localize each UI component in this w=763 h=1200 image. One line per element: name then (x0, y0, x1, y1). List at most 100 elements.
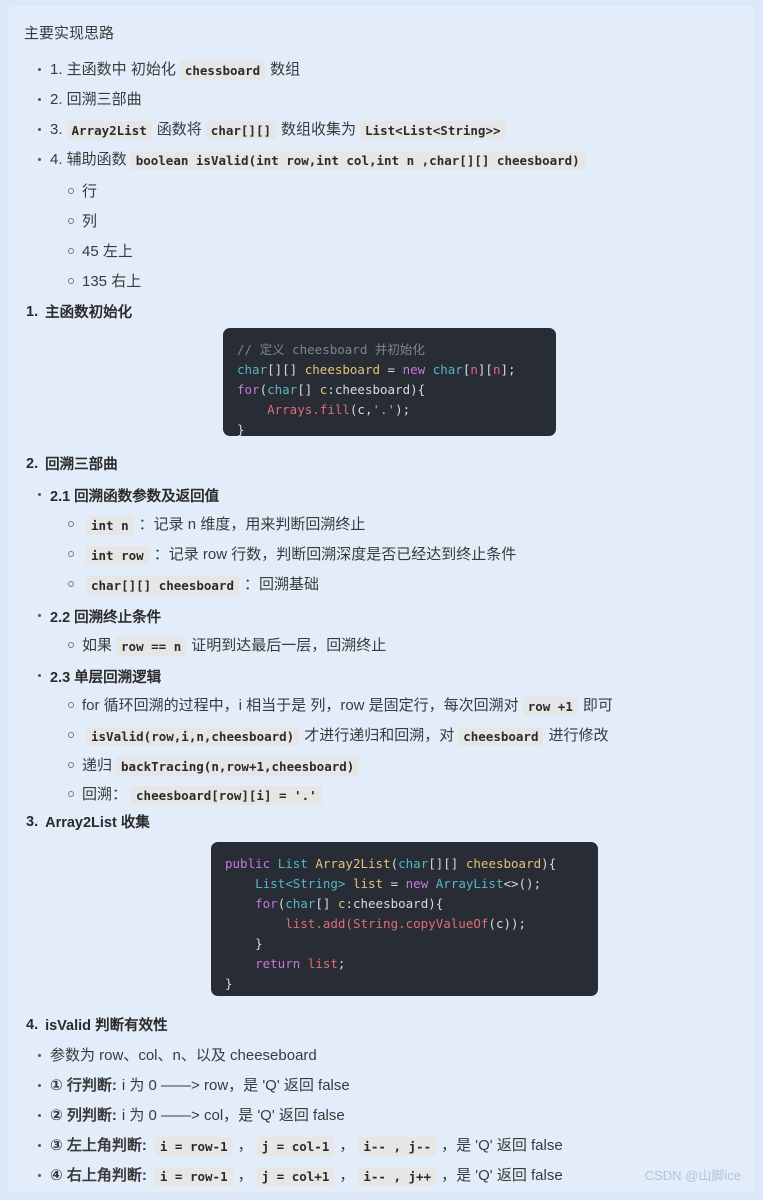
code-token: = (380, 362, 403, 377)
loop-logic-item: for 循环回溯的过程中，i 相当于是 列，row 是固定行，每次回溯对 row … (82, 696, 613, 716)
code-token: List (277, 856, 308, 871)
outline-sub-3: 135 右上 (82, 273, 142, 290)
list-item: ② 列判断: i 为 0 ——> col，是 'Q' 返回 false (38, 1106, 345, 1126)
code-token: } (225, 936, 263, 951)
bullet-icon (38, 614, 41, 617)
list-item: 135 右上 (68, 272, 141, 292)
inline-text: i 为 0 ——> row，是 'Q' 返回 false (121, 1077, 350, 1094)
inline-bold: ① 行判断: (50, 1077, 117, 1094)
bullet-icon (38, 157, 41, 161)
code-token: char (285, 896, 316, 911)
inline-bold: ④ 右上角判断: (50, 1167, 147, 1184)
code-line: } (225, 974, 584, 994)
subsection-heading-2-2: 2.2 回溯终止条件 (38, 606, 161, 627)
list-item: int row ：记录 row 行数，判断回溯深度是否已经达到终止条件 (68, 545, 516, 565)
isvalid-params-item: 参数为 row、col、n、以及 cheeseboard (50, 1046, 317, 1066)
subsection-heading-2-1: 2.1 回溯函数参数及返回值 (38, 485, 219, 506)
code-token: List<String> (255, 876, 346, 891)
code-token: new (402, 362, 426, 377)
page-title: 主要实现思路 (24, 25, 115, 42)
inline-code: row +1 (522, 696, 578, 716)
code-line: return list; (225, 954, 584, 974)
code-token: } (237, 422, 245, 437)
code-line: char[][] cheesboard = new char[n][n]; (237, 360, 542, 380)
code-token: ][ (477, 362, 493, 377)
list-item: 45 左上 (68, 242, 133, 262)
list-item: 1. 主函数中 初始化 chessboard 数组 (38, 60, 300, 80)
inline-bold: ③ 左上角判断: (50, 1137, 147, 1154)
list-item: 参数为 row、col、n、以及 cheeseboard (38, 1046, 317, 1066)
param-item-n: int n ：记录 n 维度，用来判断回溯终止 (82, 515, 365, 535)
inline-text: 1. 主函数中 初始化 (50, 61, 176, 78)
inline-text: ：回溯基础 (244, 576, 320, 593)
list-item: 递归 backTracing(n,row+1,cheesboard) (68, 756, 363, 776)
bullet-circle-icon (68, 551, 74, 557)
outline-item-2: 3. Array2List 函数将 char[][] 数组收集为 List<List<St… (50, 120, 510, 140)
section-title: 回溯三部曲 (45, 457, 118, 473)
outline-sub-0: 行 (82, 183, 98, 200)
subsection-heading-2-3: 2.3 单层回溯逻辑 (38, 666, 161, 687)
code-token: list (307, 956, 338, 971)
code-token: ( (390, 856, 399, 871)
code-token: public (225, 856, 271, 871)
subsection-title: 2.2 回溯终止条件 (50, 610, 162, 626)
list-item: 如果 row == n 证明到达最后一层，回溯终止 (68, 636, 386, 656)
isvalid-col-check-item: ② 列判断: i 为 0 ——> col，是 'Q' 返回 false (50, 1106, 345, 1126)
list-item: isValid(row,i,n,cheesboard) 才进行递归和回溯，对 che… (68, 726, 609, 746)
code-token: Arrays.fill (267, 402, 350, 417)
inline-code: Array2List (66, 120, 152, 140)
bullet-icon (38, 1053, 41, 1057)
code-line: } (225, 934, 584, 954)
subsection-title: 2.1 回溯函数参数及返回值 (50, 489, 220, 505)
bullet-icon (38, 97, 41, 101)
section-heading-4: 4. isValid 判断有效性 (26, 1014, 168, 1035)
inline-text: ，是 'Q' 返回 false (441, 1167, 563, 1184)
bullet-icon (38, 1083, 41, 1087)
bullet-circle-icon (68, 791, 74, 797)
backtrack-item: 回溯： cheesboard[row][i] = '.' (82, 785, 326, 805)
code-token: cheesboard (304, 362, 381, 377)
isvalid-upright-check-item: ④ 右上角判断: i = row-1， j = col+1， i-- , j++ ，是 … (50, 1166, 563, 1186)
code-token: [] (315, 896, 338, 911)
code-line: for(char[] c:cheesboard){ (225, 894, 584, 914)
inline-text: 回溯： (82, 786, 128, 803)
code-token: ArrayList (435, 876, 504, 891)
outline-item-0: 1. 主函数中 初始化 chessboard 数组 (50, 60, 300, 80)
code-token: new (405, 876, 429, 891)
subsection-title: 2.3 单层回溯逻辑 (50, 670, 162, 686)
list-item: char[][] cheesboard ：回溯基础 (68, 575, 319, 595)
code-token: return (255, 956, 301, 971)
list-item: ① 行判断: i 为 0 ——> row，是 'Q' 返回 false (38, 1076, 350, 1096)
list-item: 行 (68, 182, 97, 202)
bullet-circle-icon (68, 248, 74, 254)
inline-code: cheesboard[row][i] = '.' (131, 785, 322, 805)
outline-item-1: 2. 回溯三部曲 (50, 90, 142, 110)
inline-code: i = row-1 (154, 1136, 233, 1156)
inline-code: j = col+1 (256, 1166, 335, 1186)
bullet-circle-icon (68, 278, 74, 284)
inline-code: List<List<String>> (360, 120, 506, 140)
code-token: (c)); (488, 916, 527, 931)
inline-text: ， (237, 1167, 253, 1184)
code-token: ); (395, 402, 411, 417)
code-block-array2list: public List Array2List(char[][] cheesboa… (211, 842, 598, 996)
bullet-circle-icon (68, 521, 74, 527)
code-token: cheesboard (465, 856, 542, 871)
inline-text: ， (339, 1137, 355, 1154)
section-number: 4. (26, 1016, 39, 1033)
code-token: = (383, 876, 406, 891)
inline-code: j = col-1 (256, 1136, 335, 1156)
bullet-icon (38, 1143, 41, 1147)
code-line: list.add(String.copyValueOf(c)); (225, 914, 584, 934)
inline-text: 3. (50, 121, 63, 138)
inline-bold: ② 列判断: (50, 1107, 117, 1124)
bullet-circle-icon (68, 642, 74, 648)
inline-text: 如果 (82, 637, 113, 654)
code-token: ; (337, 956, 346, 971)
